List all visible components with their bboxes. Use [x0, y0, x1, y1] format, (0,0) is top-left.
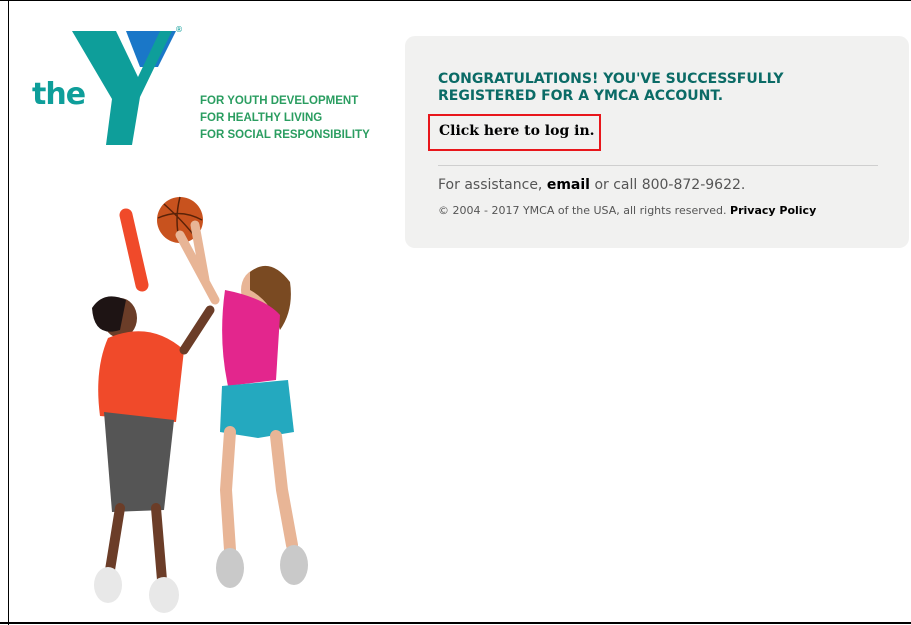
congrats-heading: CONGRATULATIONS! YOU'VE SUCCESSFULLY REG…: [438, 71, 784, 104]
frame-left-border: [8, 0, 9, 625]
frame-bottom-border: [0, 622, 911, 624]
assist-suffix: or call 800-872-9622.: [594, 177, 746, 193]
assist-prefix: For assistance,: [438, 177, 543, 193]
tagline-line-3: FOR SOCIAL RESPONSIBILITY: [200, 129, 370, 141]
copyright-text: © 2004 - 2017 YMCA of the USA, all right…: [438, 204, 816, 217]
registration-panel: CONGRATULATIONS! YOU'VE SUCCESSFULLY REG…: [405, 36, 909, 248]
ymca-logo: the YMCA ® FOR YOUTH DEVELOPMENT FOR HEA…: [30, 25, 390, 150]
logo-ymca-vertical-text: YMCA: [139, 108, 159, 134]
divider: [438, 165, 878, 166]
login-link[interactable]: Click here to log in.: [439, 123, 595, 139]
tagline-line-1: FOR YOUTH DEVELOPMENT: [200, 95, 359, 107]
login-link-highlight: Click here to log in.: [428, 114, 601, 151]
tagline-line-2: FOR HEALTHY LIVING: [200, 112, 323, 124]
ymca-y-mark: YMCA: [72, 31, 176, 145]
privacy-policy-link[interactable]: Privacy Policy: [730, 204, 816, 217]
assistance-text: For assistance, email or call 800-872-96…: [438, 177, 745, 193]
frame-top-border: [0, 0, 911, 1]
copyright-notice: © 2004 - 2017 YMCA of the USA, all right…: [438, 204, 727, 217]
registered-mark: ®: [175, 25, 183, 34]
basketball-players-illustration: [92, 196, 308, 613]
logo-tagline: FOR YOUTH DEVELOPMENT FOR HEALTHY LIVING…: [200, 93, 370, 144]
email-link[interactable]: email: [547, 177, 590, 193]
